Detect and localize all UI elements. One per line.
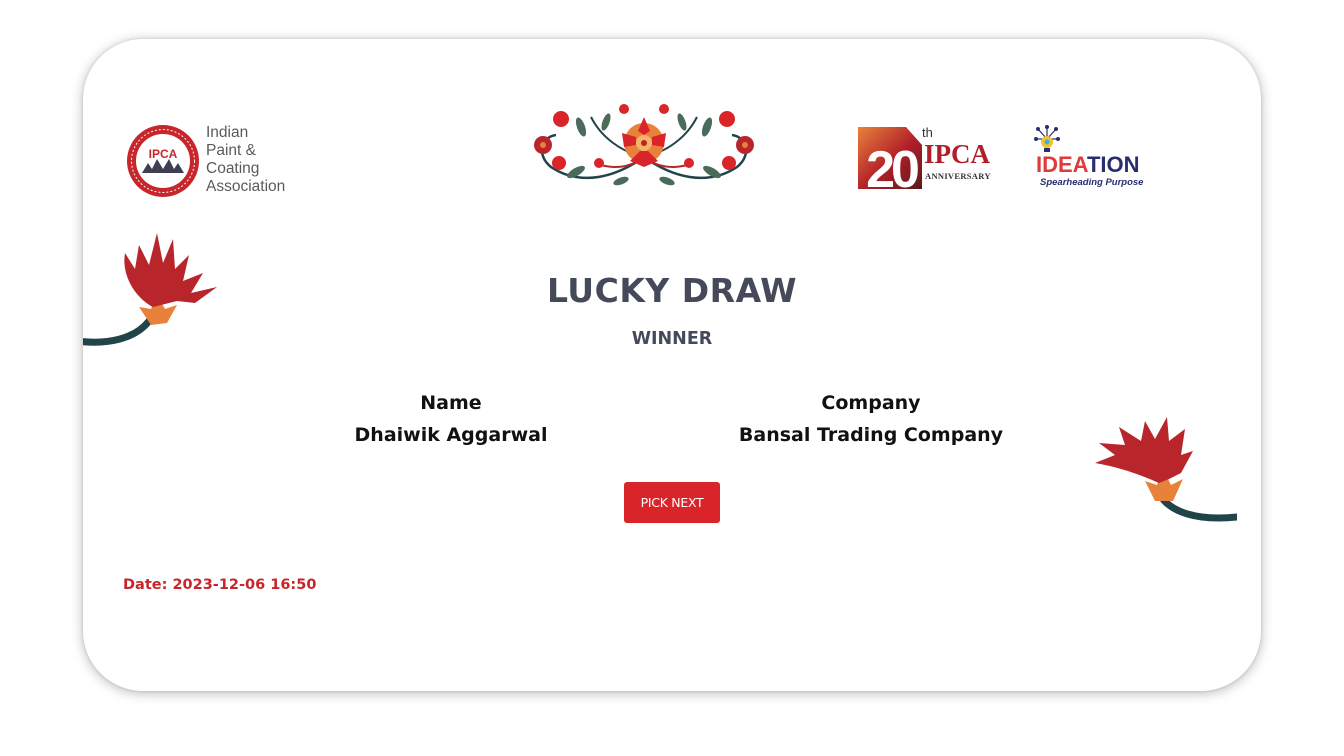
ipca-line-3: Coating bbox=[206, 160, 260, 177]
ideation-logo: IDEATION Spearheading Purpose bbox=[1034, 125, 1174, 193]
ipca-emblem-icon: IPCA bbox=[127, 125, 199, 197]
anniversary-logo: 20 th IPCA ANNIVERSARY bbox=[858, 125, 998, 193]
lightbulb-network-icon bbox=[1034, 125, 1060, 152]
company-value: Bansal Trading Company bbox=[738, 424, 1004, 446]
ipca-emblem-text: IPCA bbox=[149, 147, 178, 161]
company-label: Company bbox=[821, 392, 921, 414]
anniversary-suffix: th bbox=[922, 125, 933, 140]
ideation-tagline: Spearheading Purpose bbox=[1040, 177, 1144, 188]
date-value: 2023-12-06 16:50 bbox=[172, 577, 317, 593]
draw-date: Date: 2023-12-06 16:50 bbox=[123, 577, 316, 593]
date-label: Date: bbox=[123, 577, 168, 593]
name-value: Dhaiwik Aggarwal bbox=[354, 424, 548, 446]
floral-ornament-icon bbox=[521, 97, 767, 191]
winner-company-block: Company Bansal Trading Company bbox=[691, 390, 1051, 448]
ideation-word-red: IDEA bbox=[1036, 152, 1087, 177]
ipca-wordmark: Indian Paint & Coating Association bbox=[206, 124, 285, 196]
name-label: Name bbox=[420, 392, 482, 414]
anniversary-ipca: IPCA bbox=[924, 139, 990, 169]
anniversary-number: 20 bbox=[866, 141, 918, 189]
ipca-line-1: Indian bbox=[206, 124, 249, 141]
anniversary-subtitle: ANNIVERSARY bbox=[925, 171, 991, 181]
corner-flower-right-icon bbox=[1089, 417, 1241, 531]
page-title: LUCKY DRAW bbox=[546, 271, 798, 310]
winner-subtitle: WINNER bbox=[631, 329, 713, 349]
ipca-line-4: Association bbox=[206, 178, 286, 195]
winner-name-block: Name Dhaiwik Aggarwal bbox=[271, 390, 631, 448]
lucky-draw-card: IPCA Indian Paint & Coating Association bbox=[83, 39, 1261, 691]
ipca-logo: IPCA Indian Paint & Coating Association bbox=[125, 123, 305, 203]
ideation-word-blue: TION bbox=[1086, 152, 1140, 177]
anniversary-badge-icon: 20 bbox=[858, 127, 922, 189]
ipca-line-2: Paint & bbox=[206, 142, 256, 159]
pick-next-button[interactable]: PICK NEXT bbox=[624, 482, 720, 523]
ideation-wordmark: IDEATION bbox=[1036, 153, 1140, 177]
